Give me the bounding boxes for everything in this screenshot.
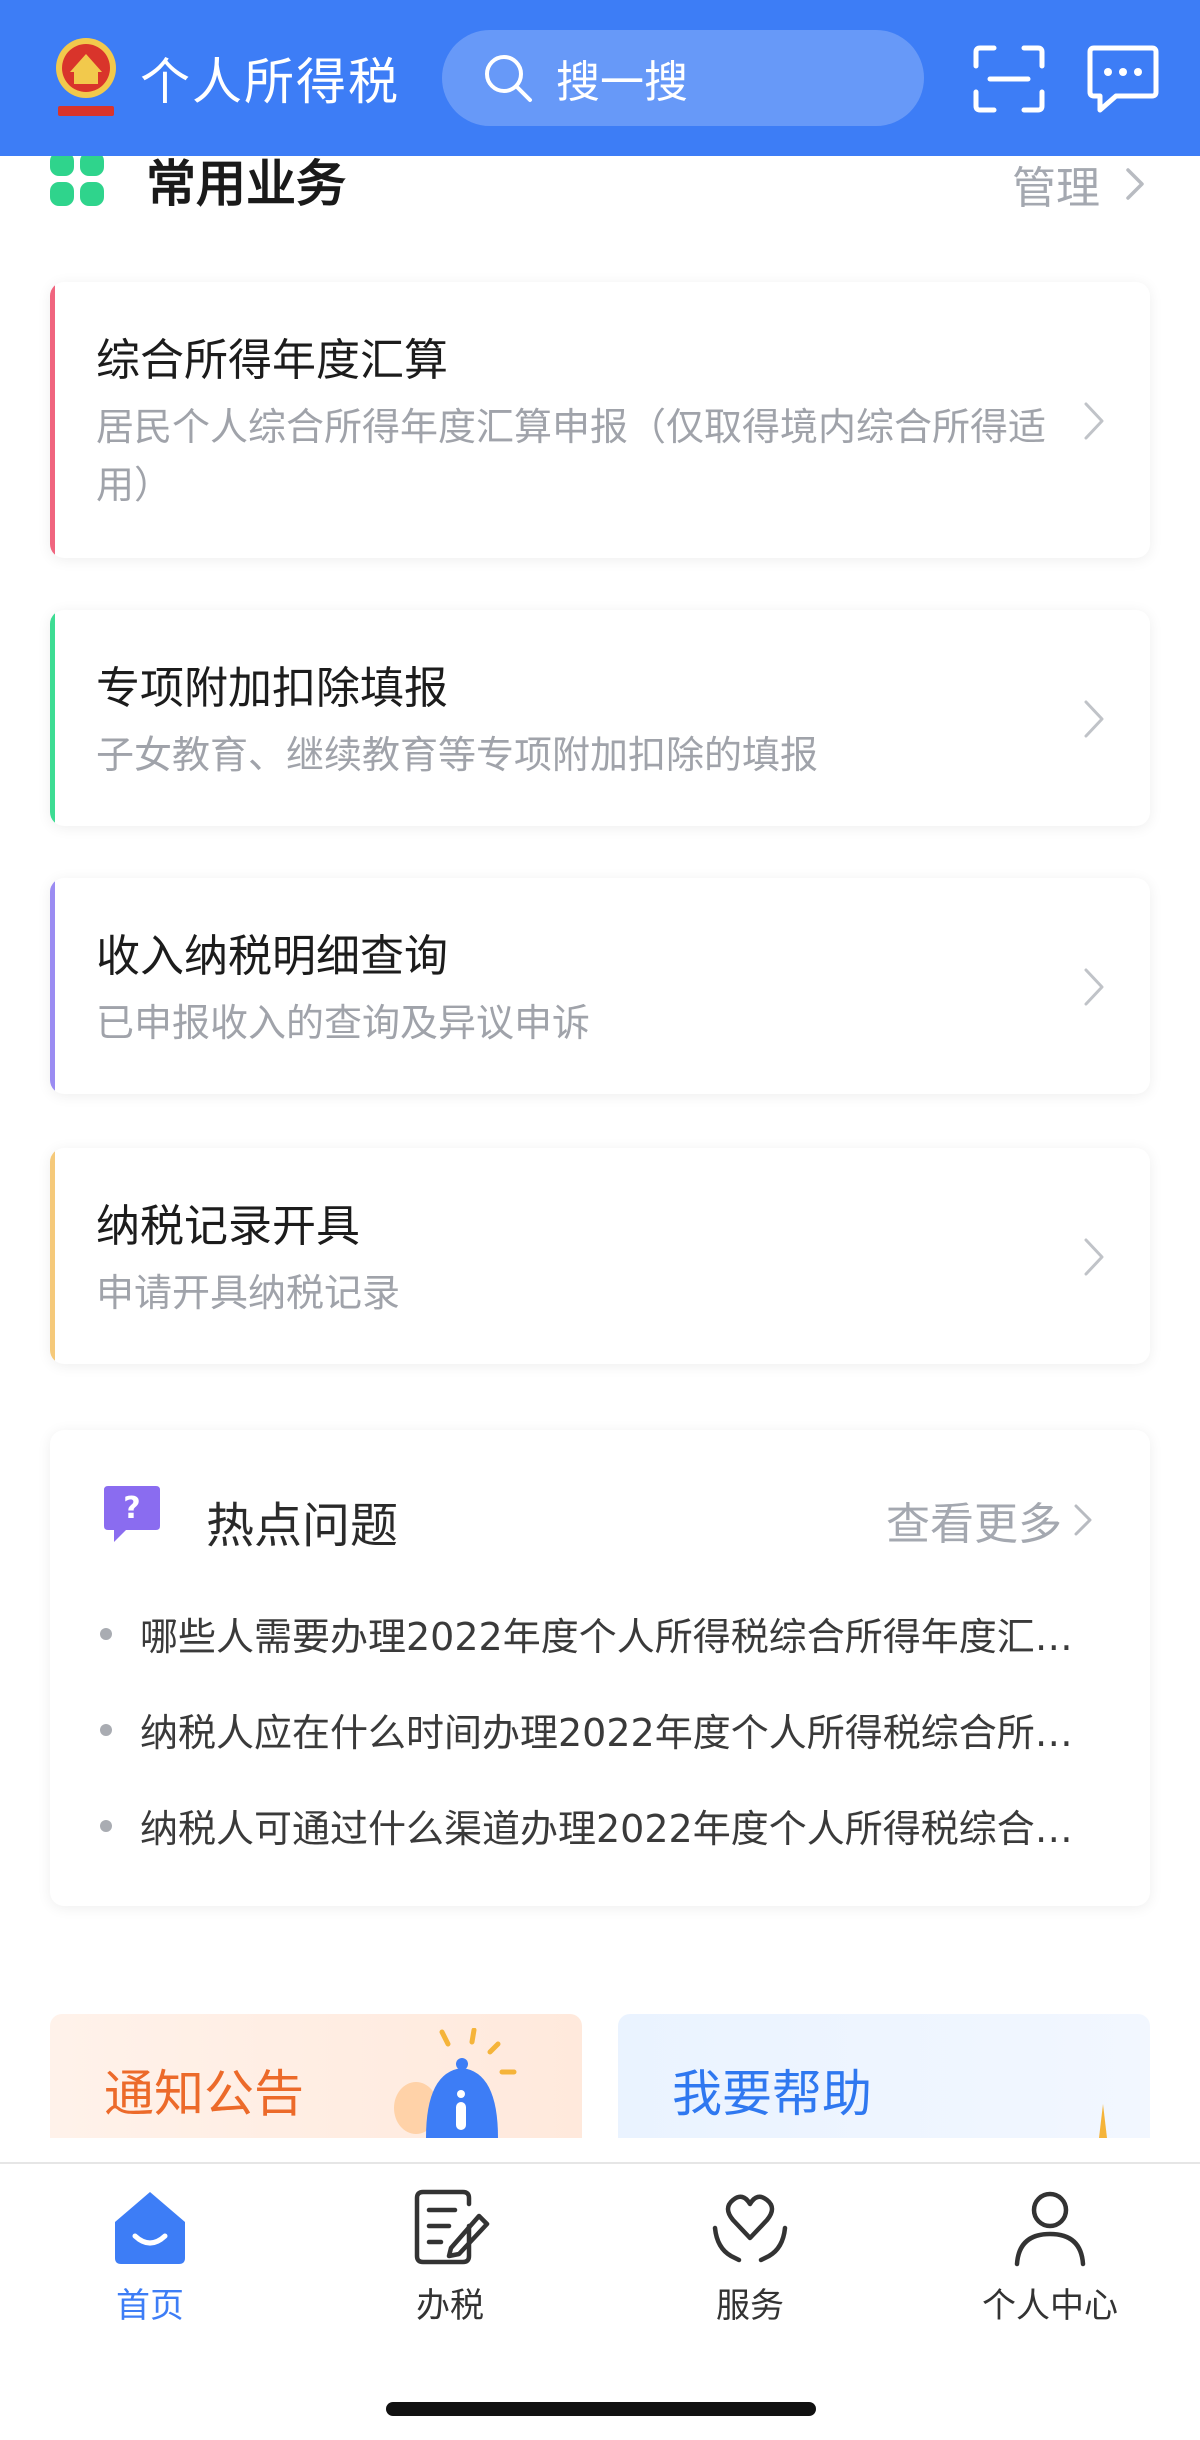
view-more-label: 查看更多: [886, 1499, 1062, 1550]
search-icon: [485, 55, 532, 102]
app-title: 个人所得税: [140, 53, 400, 111]
home-indicator: [386, 2402, 816, 2416]
manage-button[interactable]: 管理: [1012, 152, 1150, 216]
home-icon: [115, 2192, 185, 2264]
chevron-right-icon: [1074, 1504, 1092, 1536]
help-banner[interactable]: 我要帮助: [618, 2014, 1150, 2138]
chevron-right-icon: [1084, 968, 1104, 1006]
hot-question-item[interactable]: 纳税人可通过什么渠道办理2022年度个人所得税综合所得年度汇算？: [100, 1798, 1100, 1853]
view-more-link[interactable]: 查看更多: [886, 1488, 1096, 1552]
tab-label: 办税: [416, 2286, 484, 2326]
business-card-annual-settlement[interactable]: 综合所得年度汇算 居民个人综合所得年度汇算申报（仅取得境内综合所得适用）: [50, 282, 1150, 558]
chevron-right-icon: [1126, 168, 1144, 200]
user-icon: [1014, 2191, 1086, 2267]
card-accent: [50, 878, 55, 1094]
chevron-right-icon: [1084, 700, 1104, 738]
chevron-right-icon: [1084, 402, 1104, 440]
tab-home[interactable]: 首页: [50, 2186, 250, 2336]
common-business-header: 常用业务 管理: [50, 150, 1150, 214]
search-bar[interactable]: 搜一搜: [442, 30, 924, 126]
question-icon: ?: [104, 1486, 160, 1542]
notice-banner[interactable]: 通知公告: [50, 2014, 582, 2138]
hot-question-item[interactable]: 哪些人需要办理2022年度个人所得税综合所得年度汇算？: [100, 1606, 1100, 1661]
help-banner-label: 我要帮助: [672, 2065, 872, 2123]
hot-questions-card: ? 热点问题 查看更多 哪些人需要办理2022年度个人所得税综合所得年度汇算？ …: [50, 1430, 1150, 1906]
message-icon[interactable]: [1086, 44, 1160, 114]
hot-questions-title: 热点问题: [206, 1498, 399, 1554]
svg-text:?: ?: [123, 1491, 140, 1526]
tab-service[interactable]: 服务: [650, 2186, 850, 2336]
card-accent: [50, 1148, 55, 1364]
card-description: 子女教育、继续教育等专项附加扣除的填报: [96, 733, 819, 777]
sparkle-icon: [1099, 2104, 1107, 2138]
grid-icon: [50, 152, 104, 206]
card-description: 居民个人综合所得年度汇算申报（仅取得境内综合所得适用）: [96, 405, 1047, 507]
business-card-tax-record[interactable]: 纳税记录开具 申请开具纳税记录: [50, 1148, 1150, 1364]
card-title: 纳税记录开具: [96, 1201, 360, 1252]
tab-label: 首页: [116, 2286, 184, 2326]
tab-tax[interactable]: 办税: [350, 2186, 550, 2336]
notice-banner-label: 通知公告: [104, 2065, 304, 2123]
tab-label: 服务: [716, 2286, 784, 2326]
card-accent: [50, 282, 55, 558]
app-screen: 个人所得税 搜一搜 常用业务 管理 综合所得年度汇算 居民个人综合所得年度汇算申…: [0, 0, 1200, 2440]
tab-label: 个人中心: [982, 2286, 1118, 2326]
card-description: 已申报收入的查询及异议申诉: [96, 1001, 591, 1045]
card-title: 收入纳税明细查询: [96, 931, 448, 982]
service-heart-icon: [712, 2194, 788, 2263]
hot-question-item[interactable]: 纳税人应在什么时间办理2022年度个人所得税综合所得年度汇算？: [100, 1702, 1100, 1757]
search-placeholder: 搜一搜: [556, 57, 688, 108]
manage-label: 管理: [1012, 163, 1100, 214]
tax-form-icon: [414, 2189, 490, 2265]
card-title: 专项附加扣除填报: [96, 663, 448, 714]
card-description: 申请开具纳税记录: [96, 1271, 401, 1315]
scan-icon[interactable]: [972, 44, 1046, 114]
card-title: 综合所得年度汇算: [96, 335, 448, 386]
tax-emblem-icon[interactable]: [48, 32, 124, 124]
business-card-income-query[interactable]: 收入纳税明细查询 已申报收入的查询及异议申诉: [50, 878, 1150, 1094]
business-card-special-deduction[interactable]: 专项附加扣除填报 子女教育、继续教育等专项附加扣除的填报: [50, 610, 1150, 826]
top-header: 个人所得税 搜一搜: [0, 0, 1200, 156]
card-accent: [50, 610, 55, 826]
bottom-tab-bar: 首页 办税 服务 个人中心: [0, 2162, 1200, 2440]
chevron-right-icon: [1084, 1238, 1104, 1276]
bell-icon: [394, 2028, 517, 2138]
tab-personal-center[interactable]: 个人中心: [950, 2186, 1150, 2336]
